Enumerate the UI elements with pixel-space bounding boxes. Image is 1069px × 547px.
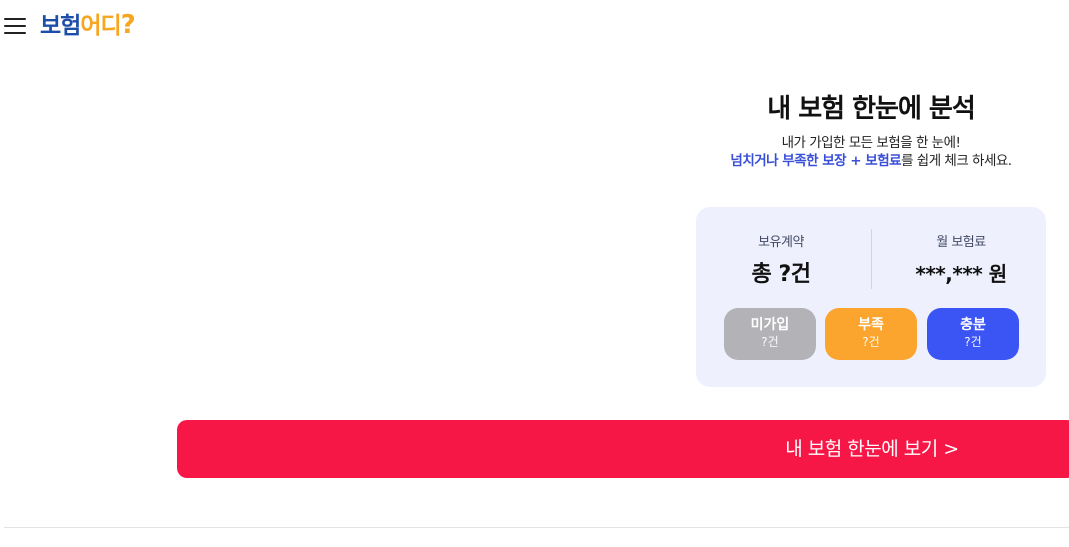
pill-name: 충분 (960, 317, 986, 333)
view-insurance-button[interactable]: 내 보험 한눈에 보기 > (177, 420, 1069, 478)
subtitle-line-2: 넘치거나 부족한 보장 + 보험료를 쉽게 체크 하세요. (680, 152, 1062, 170)
subtitle-line-1: 내가 가입한 모든 보험을 한 눈에! (781, 135, 961, 151)
subtitle-highlight: 넘치거나 부족한 보장 + 보험료 (730, 153, 902, 169)
premium-label: 월 보험료 (936, 235, 986, 250)
stat-divider (871, 229, 872, 289)
view-insurance-button-label: 내 보험 한눈에 보기 > (785, 438, 959, 460)
header: 보험어디? (0, 0, 1069, 52)
pill-count: ?건 (964, 335, 982, 349)
insurance-summary-card: 보유계약 총 ?건 월 보험료 ***,*** 원 미가입 ?건 부족 ?건 충… (696, 207, 1046, 387)
page-title: 내 보험 한눈에 분석 (767, 94, 976, 124)
pill-count: ?건 (761, 335, 779, 349)
not-subscribed-pill[interactable]: 미가입 ?건 (724, 308, 816, 360)
sufficient-pill[interactable]: 충분 ?건 (927, 308, 1019, 360)
logo-text-2: 어디 (80, 13, 121, 39)
subtitle: 내가 가입한 모든 보험을 한 눈에! 넘치거나 부족한 보장 + 보험료를 쉽… (680, 134, 1062, 170)
premium-stat: 월 보험료 ***,*** 원 (886, 234, 1036, 287)
insufficient-pill[interactable]: 부족 ?건 (825, 308, 917, 360)
subtitle-rest: 를 쉽게 체크 하세요. (901, 153, 1012, 169)
contracts-label: 보유계약 (758, 235, 804, 250)
page: 보험어디? 내 보험 한눈에 분석 내가 가입한 모든 보험을 한 눈에! 넘치… (0, 0, 1069, 547)
pill-count: ?건 (862, 335, 880, 349)
pill-name: 미가입 (750, 317, 790, 333)
logo-question-mark: ? (120, 10, 136, 40)
logo[interactable]: 보험어디? (40, 9, 136, 42)
contracts-value: 총 ?건 (751, 262, 811, 287)
logo-text-1: 보험 (40, 13, 81, 39)
premium-value: ***,*** 원 (915, 262, 1007, 286)
divider-line (4, 527, 1069, 528)
contracts-stat: 보유계약 총 ?건 (706, 234, 856, 288)
pill-name: 부족 (858, 317, 884, 333)
hamburger-menu-icon[interactable] (4, 16, 26, 36)
